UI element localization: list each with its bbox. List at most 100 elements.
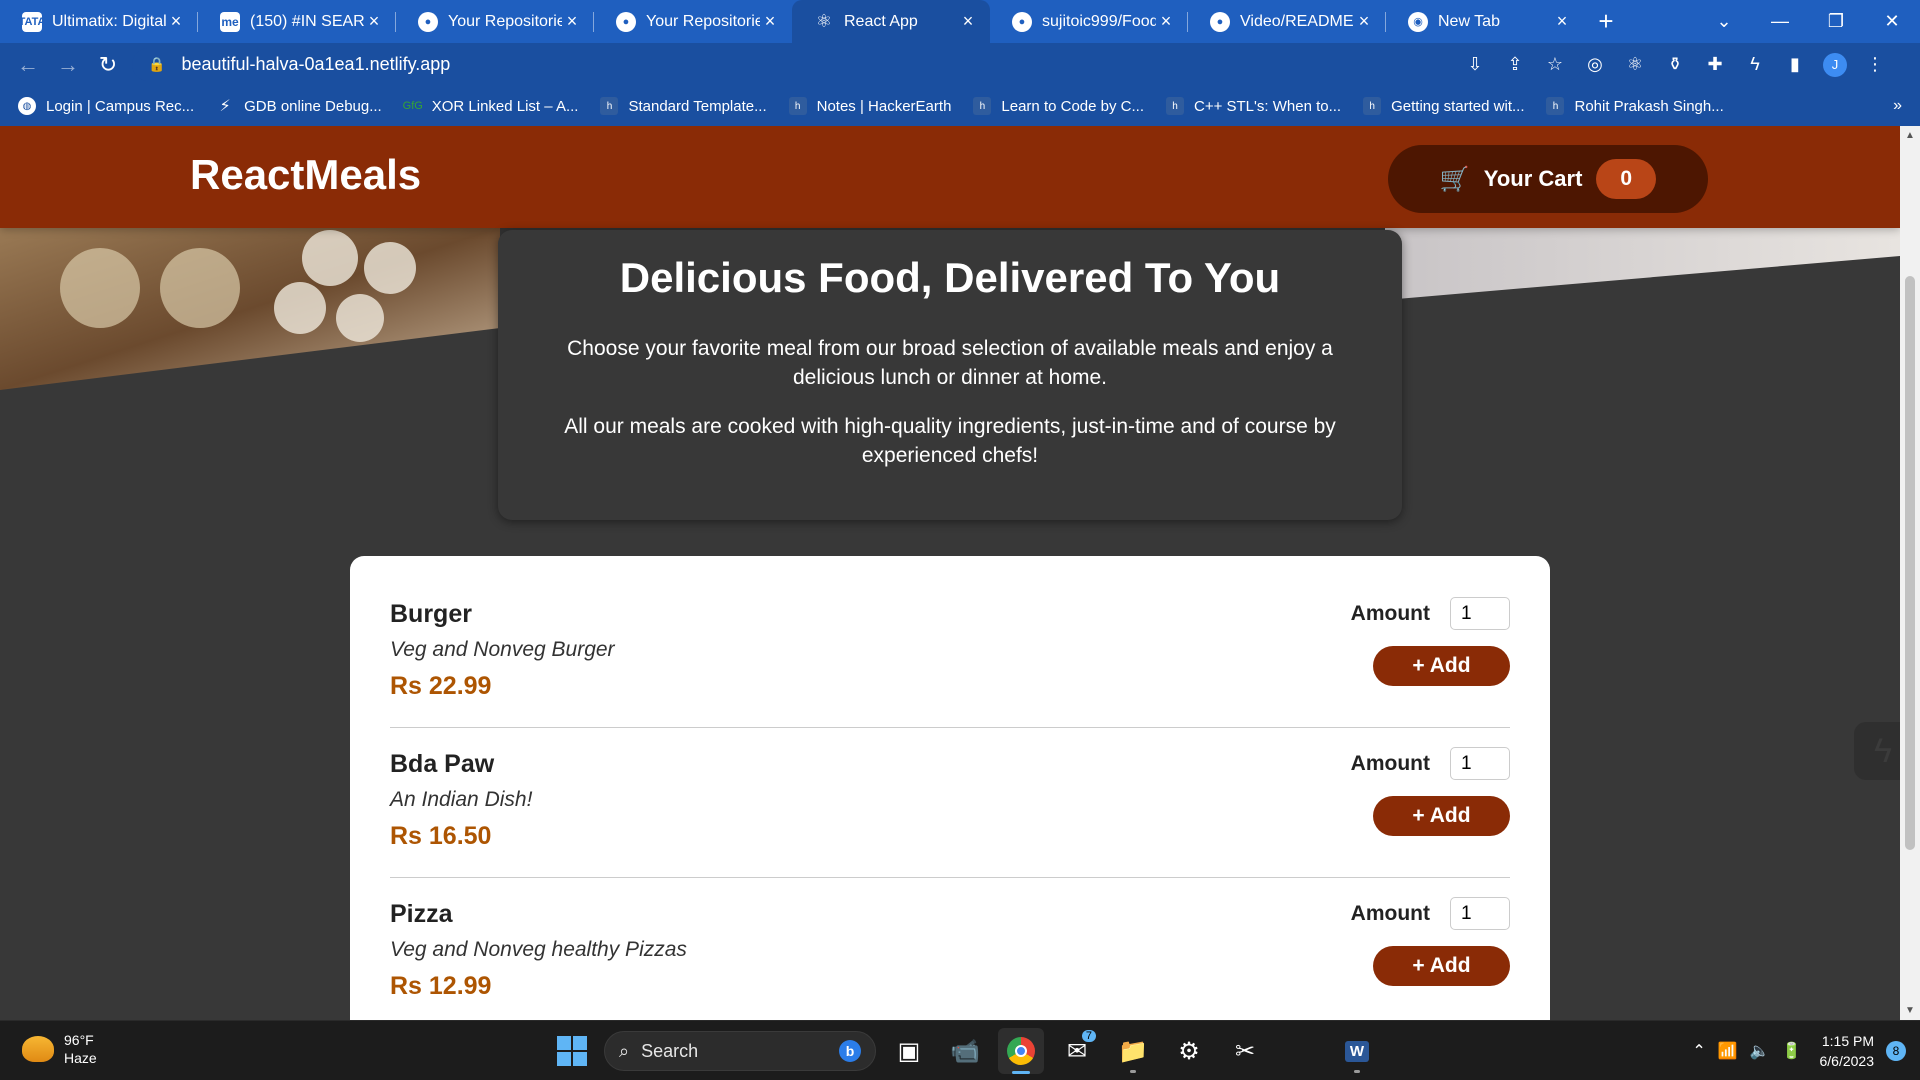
bookmark-item[interactable]: h Getting started wit... [1363, 97, 1524, 115]
bookmarks-overflow-button[interactable]: » [1893, 97, 1902, 115]
floating-extension-widget[interactable]: ϟ [1854, 722, 1900, 780]
clock-date: 6/6/2023 [1819, 1053, 1875, 1069]
weather-temp: 96°F [64, 1032, 94, 1048]
battery-icon[interactable]: 🔋 [1782, 1041, 1802, 1061]
weather-condition: Haze [64, 1050, 97, 1066]
address-bar[interactable]: 🔒 beautiful-halva-0a1ea1.netlify.app [132, 48, 1582, 81]
tab-search-icon[interactable]: ⌄ [1696, 0, 1752, 43]
chevron-up-icon[interactable]: ⌃ [1692, 1041, 1705, 1061]
bookmark-item[interactable]: GfG XOR Linked List – A... [402, 97, 579, 115]
add-button[interactable]: + Add [1373, 946, 1510, 986]
bookmarks-bar: ◍ Login | Campus Rec... ⚡ GDB online Debug… [0, 86, 1920, 126]
amount-label: Amount [1350, 901, 1430, 925]
scrollbar-thumb[interactable] [1905, 276, 1915, 850]
meal-price: Rs 22.99 [390, 672, 492, 700]
add-button[interactable]: + Add [1373, 796, 1510, 836]
tab-7[interactable]: ◉ New Tab × [1386, 0, 1584, 43]
wifi-icon[interactable]: 📶 [1718, 1041, 1738, 1061]
github-icon: ● [418, 11, 438, 32]
scroll-up-arrow-icon[interactable]: ▲ [1900, 130, 1920, 141]
bookmark-item[interactable]: h Learn to Code by C... [973, 97, 1144, 115]
page-scrollbar[interactable]: ▲ ▼ [1900, 126, 1920, 1020]
restore-button[interactable]: ❐ [1808, 0, 1864, 43]
amount-input[interactable] [1450, 597, 1510, 630]
bookmark-item[interactable]: h Standard Template... [600, 97, 767, 115]
notification-badge[interactable]: 8 [1886, 1041, 1906, 1061]
bookmark-item[interactable]: h C++ STL's: When to... [1166, 97, 1341, 115]
task-view-icon[interactable]: ▣ [886, 1028, 932, 1074]
minimize-button[interactable]: — [1752, 0, 1808, 43]
lock-icon[interactable]: 🔒 [148, 56, 165, 73]
meal-name: Bda Paw [390, 750, 495, 778]
summary-paragraph: All our meals are cooked with high-quali… [564, 415, 1336, 467]
react-icon: ⚛ [815, 11, 833, 31]
install-app-icon[interactable]: ⇩ [1460, 50, 1490, 80]
bookmark-item[interactable]: ◍ Login | Campus Rec... [18, 97, 194, 115]
settings-gear-icon[interactable]: ⚙ [1166, 1028, 1212, 1074]
profile-avatar[interactable]: J [1820, 50, 1850, 80]
forward-button[interactable]: → [48, 45, 88, 85]
close-icon[interactable]: × [958, 11, 978, 32]
close-icon[interactable]: × [166, 11, 186, 32]
bookmark-star-icon[interactable]: ☆ [1540, 50, 1570, 80]
tab-1[interactable]: me (150) #IN SEARCH × [198, 0, 396, 43]
taskbar-search-box[interactable]: ⌕ Search b [604, 1031, 876, 1071]
close-window-button[interactable]: ✕ [1864, 0, 1920, 43]
bookmark-item[interactable]: h Rohit Prakash Singh... [1546, 97, 1724, 115]
word-icon[interactable]: W [1334, 1028, 1380, 1074]
chrome-taskbar-icon[interactable] [998, 1028, 1044, 1074]
amount-input[interactable] [1450, 747, 1510, 780]
tab-0[interactable]: TATA Ultimatix: Digitally × [0, 0, 198, 43]
volume-icon[interactable]: 🔈 [1750, 1041, 1770, 1061]
github-icon: ● [1210, 11, 1230, 32]
tab-5[interactable]: ● sujitoic999/Food- × [990, 0, 1188, 43]
windows-start-icon[interactable] [550, 1029, 594, 1073]
share-icon[interactable]: ⇪ [1500, 50, 1530, 80]
meal-description: Veg and Nonveg healthy Pizzas [390, 938, 687, 961]
close-icon[interactable]: × [1354, 11, 1374, 32]
hackerearth-icon: h [1166, 97, 1184, 115]
new-tab-button[interactable]: + [1584, 0, 1628, 43]
extensions-puzzle-icon[interactable]: ✚ [1700, 50, 1730, 80]
url-text[interactable]: beautiful-halva-0a1ea1.netlify.app [181, 54, 450, 75]
react-devtools-icon[interactable]: ⚛ [1620, 50, 1650, 80]
tab-3[interactable]: ● Your Repositories × [594, 0, 792, 43]
search-icon: ⌕ [619, 1040, 630, 1061]
close-icon[interactable]: × [562, 11, 582, 32]
system-tray: ⌃ 📶 🔈 🔋 1:15 PM 6/6/2023 8 [1692, 1021, 1920, 1080]
tab-4-active[interactable]: ⚛ React App × [792, 0, 990, 43]
add-button[interactable]: + Add [1373, 646, 1510, 686]
extension-target-icon[interactable]: ◎ [1580, 50, 1610, 80]
weather-widget[interactable]: 96°F Haze [22, 1031, 97, 1067]
hackerearth-icon: h [1546, 97, 1565, 115]
teams-chat-icon[interactable]: 📹 [942, 1028, 988, 1074]
meal-name: Burger [390, 600, 472, 628]
clock[interactable]: 1:15 PM 6/6/2023 [1820, 1031, 1875, 1071]
windows-taskbar: 96°F Haze ⌕ Search b ▣ 📹 ✉ 7 📁 ⚙ ✂ W ⌃ 📶 … [0, 1020, 1920, 1080]
side-panel-icon[interactable]: ▮ [1780, 50, 1810, 80]
close-icon[interactable]: × [760, 11, 780, 32]
file-explorer-icon[interactable]: 📁 [1110, 1028, 1156, 1074]
tab-2[interactable]: ● Your Repositories × [396, 0, 594, 43]
github-icon: ● [616, 11, 636, 32]
close-icon[interactable]: × [364, 11, 384, 32]
close-icon[interactable]: × [1156, 11, 1176, 32]
bookmark-item[interactable]: h Notes | HackerEarth [788, 97, 951, 115]
snipping-tool-icon[interactable]: ✂ [1222, 1028, 1268, 1074]
gfg-icon: GfG [402, 100, 423, 112]
back-button[interactable]: ← [8, 45, 48, 85]
bookmark-item[interactable]: ⚡ GDB online Debug... [216, 97, 382, 116]
bing-icon[interactable]: b [839, 1040, 861, 1062]
tab-title: (150) #IN SEARCH [250, 12, 364, 30]
mail-icon[interactable]: ✉ 7 [1054, 1028, 1100, 1074]
tab-6[interactable]: ● Video/README.m × [1188, 0, 1386, 43]
reload-button[interactable]: ↻ [88, 45, 128, 85]
extension-bottle-icon[interactable]: ⚱ [1660, 50, 1690, 80]
amount-input[interactable] [1450, 897, 1510, 930]
menu-kebab-icon[interactable]: ⋮ [1860, 50, 1890, 80]
scroll-down-arrow-icon[interactable]: ▼ [1900, 1005, 1920, 1016]
extension-bolt-icon[interactable]: ϟ [1740, 50, 1770, 80]
close-icon[interactable]: × [1552, 11, 1572, 32]
cart-button[interactable]: 🛒 Your Cart 0 [1388, 145, 1708, 213]
